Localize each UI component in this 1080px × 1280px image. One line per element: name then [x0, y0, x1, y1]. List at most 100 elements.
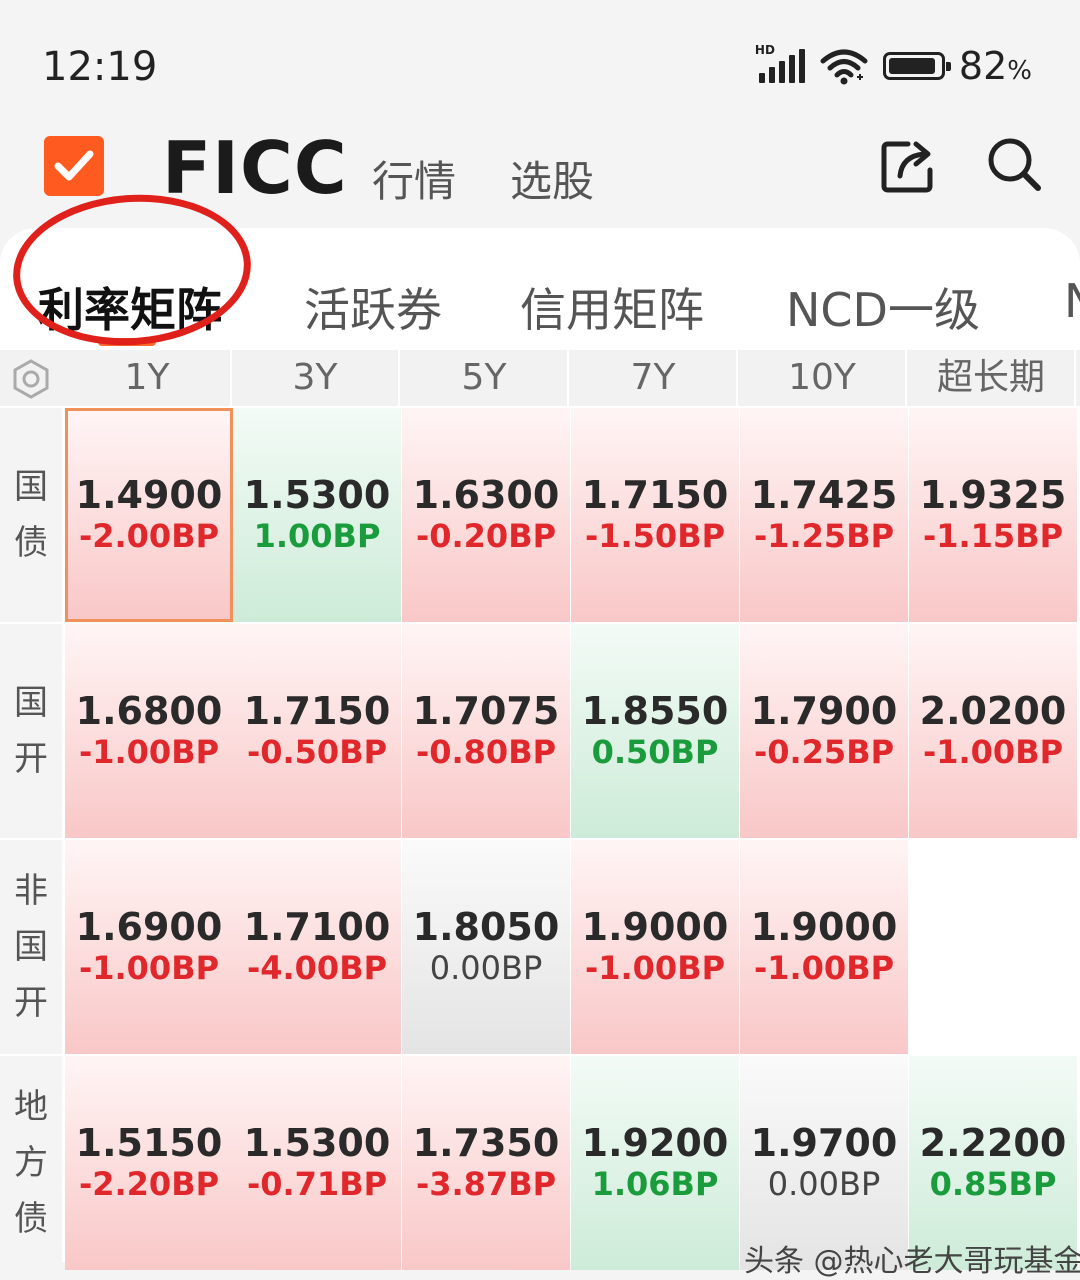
yield-change: -1.00BP: [78, 949, 220, 987]
battery-level: 82%: [959, 44, 1032, 88]
network-type: HD: [754, 43, 775, 57]
status-time: 12:19: [42, 44, 158, 90]
matrix-cell[interactable]: 1.5150 -2.20BP: [65, 1056, 233, 1270]
yield-value: 1.7150: [581, 473, 729, 517]
row-label-char: 开: [14, 983, 48, 1023]
yield-value: 1.5150: [75, 1121, 223, 1165]
yield-value: 1.9200: [581, 1121, 729, 1165]
matrix-cell[interactable]: 1.9000 -1.00BP: [740, 840, 908, 1054]
row-label-char: 地: [14, 1087, 48, 1127]
yield-change: -2.00BP: [78, 517, 220, 555]
yield-change: -4.00BP: [246, 949, 388, 987]
matrix-cell[interactable]: 1.5300 1.00BP: [233, 408, 401, 622]
row-label: 国开: [0, 624, 62, 838]
matrix-cell[interactable]: 1.7350 -3.87BP: [402, 1056, 570, 1270]
yield-value: 1.7100: [243, 905, 391, 949]
yield-value: 1.7150: [243, 689, 391, 733]
yield-change: 1.06BP: [591, 1165, 719, 1203]
row-label-char: 债: [14, 523, 48, 563]
yield-change: -0.71BP: [246, 1165, 388, 1203]
yield-change: -0.50BP: [246, 733, 388, 771]
share-icon[interactable]: [878, 136, 938, 196]
yield-change: -0.20BP: [415, 517, 557, 555]
row-label-char: 开: [14, 739, 48, 779]
matrix-cell[interactable]: 1.8050 0.00BP: [402, 840, 570, 1054]
yield-change: 0.00BP: [767, 1165, 881, 1203]
yield-change: 0.85BP: [929, 1165, 1057, 1203]
yield-change: 0.00BP: [429, 949, 543, 987]
column-header[interactable]: 3Y: [232, 350, 400, 406]
page-title: FICC: [162, 126, 348, 210]
row-label: 非国开: [0, 840, 62, 1054]
yield-value: 1.9000: [750, 905, 898, 949]
matrix-cell[interactable]: 1.9325 -1.15BP: [909, 408, 1077, 622]
row-label: 国债: [0, 408, 62, 622]
tab-stock-picker[interactable]: 选股: [510, 148, 594, 209]
yield-value: 1.8550: [581, 689, 729, 733]
matrix-cell[interactable]: 1.6900 -1.00BP: [65, 840, 233, 1054]
yield-change: -1.00BP: [922, 733, 1064, 771]
matrix-cell[interactable]: 1.5300 -0.71BP: [233, 1056, 401, 1270]
matrix-cell[interactable]: 1.7900 -0.25BP: [740, 624, 908, 838]
battery-icon: [882, 52, 951, 80]
yield-value: 1.9325: [919, 473, 1067, 517]
yield-change: 1.00BP: [253, 517, 381, 555]
search-icon[interactable]: [984, 134, 1044, 194]
signal-icon: HD: [755, 43, 805, 83]
yield-change: -1.00BP: [584, 949, 726, 987]
yield-change: -1.15BP: [922, 517, 1064, 555]
column-header[interactable]: 1Y: [64, 350, 232, 406]
settings-icon[interactable]: [10, 358, 52, 400]
tab-credit-matrix[interactable]: 信用矩阵: [520, 274, 704, 340]
yield-value: 1.6900: [75, 905, 223, 949]
yield-change: -1.50BP: [584, 517, 726, 555]
row-label: 地方债: [0, 1056, 62, 1270]
wifi-icon: [820, 49, 868, 85]
yield-value: 1.6300: [412, 473, 560, 517]
tab-ncd-primary[interactable]: NCD一级: [786, 274, 980, 340]
matrix-cell[interactable]: 1.9000 -1.00BP: [571, 840, 739, 1054]
matrix-cell[interactable]: 1.6300 -0.20BP: [402, 408, 570, 622]
yield-value: 1.4900: [75, 473, 223, 517]
tab-more[interactable]: N: [1064, 274, 1080, 328]
row-label-char: 国: [14, 683, 48, 723]
row-label-char: 国: [14, 927, 48, 967]
row-label-char: 债: [14, 1199, 48, 1239]
matrix-cell[interactable]: 1.7150 -1.50BP: [571, 408, 739, 622]
matrix-cell[interactable]: 1.4900 -2.00BP: [65, 408, 233, 622]
tab-active-bonds[interactable]: 活跃券: [304, 274, 442, 340]
yield-change: -0.25BP: [753, 733, 895, 771]
matrix-cell[interactable]: 1.7100 -4.00BP: [233, 840, 401, 1054]
yield-change: -0.80BP: [415, 733, 557, 771]
check-logo-icon: [44, 136, 104, 196]
tab-market[interactable]: 行情: [372, 148, 456, 209]
yield-value: 1.6800: [75, 689, 223, 733]
status-bar: 12:19 HD 82%: [0, 0, 1080, 120]
yield-value: 1.8050: [412, 905, 560, 949]
yield-change: -2.20BP: [78, 1165, 220, 1203]
matrix-cell[interactable]: 2.0200 -1.00BP: [909, 624, 1077, 838]
yield-value: 2.2200: [919, 1121, 1067, 1165]
row-label-char: 方: [14, 1143, 48, 1183]
yield-change: 0.50BP: [591, 733, 719, 771]
column-header[interactable]: 10Y: [739, 350, 907, 406]
system-icons: HD 82%: [755, 43, 1032, 88]
column-header[interactable]: 5Y: [401, 350, 569, 406]
matrix-cell[interactable]: 1.7150 -0.50BP: [233, 624, 401, 838]
matrix-cell[interactable]: 1.8550 0.50BP: [571, 624, 739, 838]
yield-value: 1.7425: [750, 473, 898, 517]
column-header[interactable]: 超长期: [908, 350, 1076, 406]
matrix-cell[interactable]: 1.7425 -1.25BP: [740, 408, 908, 622]
yield-value: 1.7075: [412, 689, 560, 733]
column-header[interactable]: 7Y: [570, 350, 738, 406]
rate-matrix: 1Y 3Y 5Y 7Y 10Y 超长期 国债 1.4900 -2.00BP 1.5300 1.00…: [0, 350, 1080, 1270]
yield-value: 1.9700: [750, 1121, 898, 1165]
matrix-cell[interactable]: 1.6800 -1.00BP: [65, 624, 233, 838]
yield-value: 2.0200: [919, 689, 1067, 733]
matrix-cell[interactable]: 1.9200 1.06BP: [571, 1056, 739, 1270]
matrix-cell: [909, 840, 1077, 1054]
yield-value: 1.9000: [581, 905, 729, 949]
column-header-row: 1Y 3Y 5Y 7Y 10Y 超长期: [0, 350, 1080, 406]
battery-unit: %: [1007, 56, 1032, 86]
matrix-cell[interactable]: 1.7075 -0.80BP: [402, 624, 570, 838]
